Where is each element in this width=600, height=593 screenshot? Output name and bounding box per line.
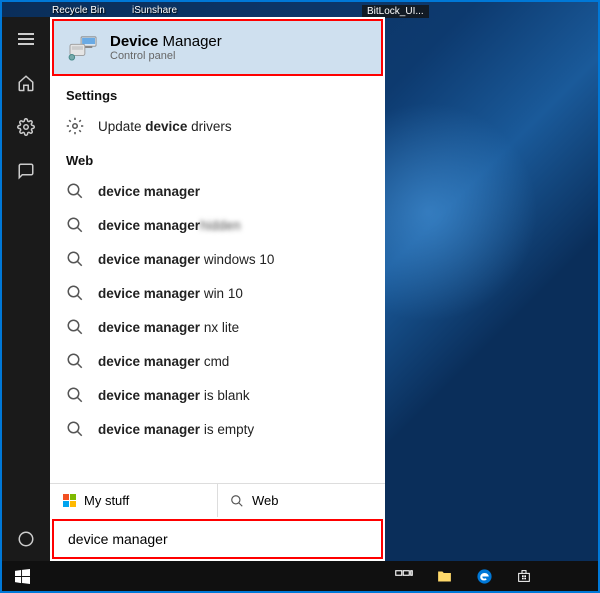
search-icon bbox=[66, 420, 84, 438]
web-result-item[interactable]: device manager nx lite bbox=[50, 310, 385, 344]
gear-icon bbox=[17, 118, 35, 136]
taskbar bbox=[2, 561, 598, 591]
best-match-result[interactable]: Device Manager Control panel bbox=[52, 19, 383, 76]
settings-result-item[interactable]: Update device drivers bbox=[50, 109, 385, 143]
menu-button[interactable] bbox=[2, 17, 50, 61]
web-result-item[interactable]: device manager cmd bbox=[50, 344, 385, 378]
feedback-button[interactable] bbox=[2, 149, 50, 193]
search-tabs: My stuff Web bbox=[50, 483, 385, 517]
web-result-item[interactable]: device manager is empty bbox=[50, 412, 385, 446]
search-icon bbox=[66, 352, 84, 370]
windows-logo-icon bbox=[62, 494, 76, 508]
search-icon bbox=[66, 386, 84, 404]
task-view-icon bbox=[395, 570, 413, 582]
search-sidebar bbox=[2, 17, 50, 561]
best-match-text: Device Manager Control panel bbox=[110, 33, 222, 62]
search-icon bbox=[66, 216, 84, 234]
settings-button[interactable] bbox=[2, 105, 50, 149]
section-web: Web bbox=[50, 143, 385, 174]
search-results-panel: Device Manager Control panel Settings Up… bbox=[50, 17, 385, 561]
tab-my-stuff[interactable]: My stuff bbox=[50, 484, 218, 517]
web-result-item[interactable]: device manager bbox=[50, 174, 385, 208]
windows-icon bbox=[15, 569, 30, 584]
search-icon bbox=[66, 250, 84, 268]
web-result-item[interactable]: device manager win 10 bbox=[50, 276, 385, 310]
taskbar-app-edge[interactable] bbox=[464, 561, 504, 591]
home-icon bbox=[17, 74, 35, 92]
feedback-icon bbox=[17, 162, 35, 180]
web-result-item[interactable]: device manager windows 10 bbox=[50, 242, 385, 276]
home-button[interactable] bbox=[2, 61, 50, 105]
search-icon bbox=[230, 494, 244, 508]
gear-icon bbox=[66, 117, 84, 135]
taskbar-app-store[interactable] bbox=[504, 561, 544, 591]
section-settings: Settings bbox=[50, 78, 385, 109]
store-icon bbox=[516, 568, 532, 584]
desktop-icon-isunshare[interactable]: iSunshare bbox=[132, 5, 177, 16]
desktop-icon-recycle-bin[interactable]: Recycle Bin bbox=[52, 5, 105, 16]
cortana-button[interactable] bbox=[2, 517, 50, 561]
search-icon bbox=[66, 318, 84, 336]
task-view-button[interactable] bbox=[384, 561, 424, 591]
cortana-icon bbox=[17, 530, 35, 548]
search-icon bbox=[66, 284, 84, 302]
taskbar-app-explorer[interactable] bbox=[424, 561, 464, 591]
search-input[interactable]: device manager bbox=[52, 519, 383, 559]
folder-icon bbox=[436, 568, 453, 585]
device-manager-icon bbox=[68, 35, 98, 61]
web-result-item[interactable]: device manager is blank bbox=[50, 378, 385, 412]
edge-icon bbox=[476, 568, 493, 585]
hamburger-icon bbox=[18, 33, 34, 45]
start-button[interactable] bbox=[2, 561, 42, 591]
web-result-item[interactable]: device managerhidden bbox=[50, 208, 385, 242]
search-icon bbox=[66, 182, 84, 200]
tab-web[interactable]: Web bbox=[218, 484, 385, 517]
